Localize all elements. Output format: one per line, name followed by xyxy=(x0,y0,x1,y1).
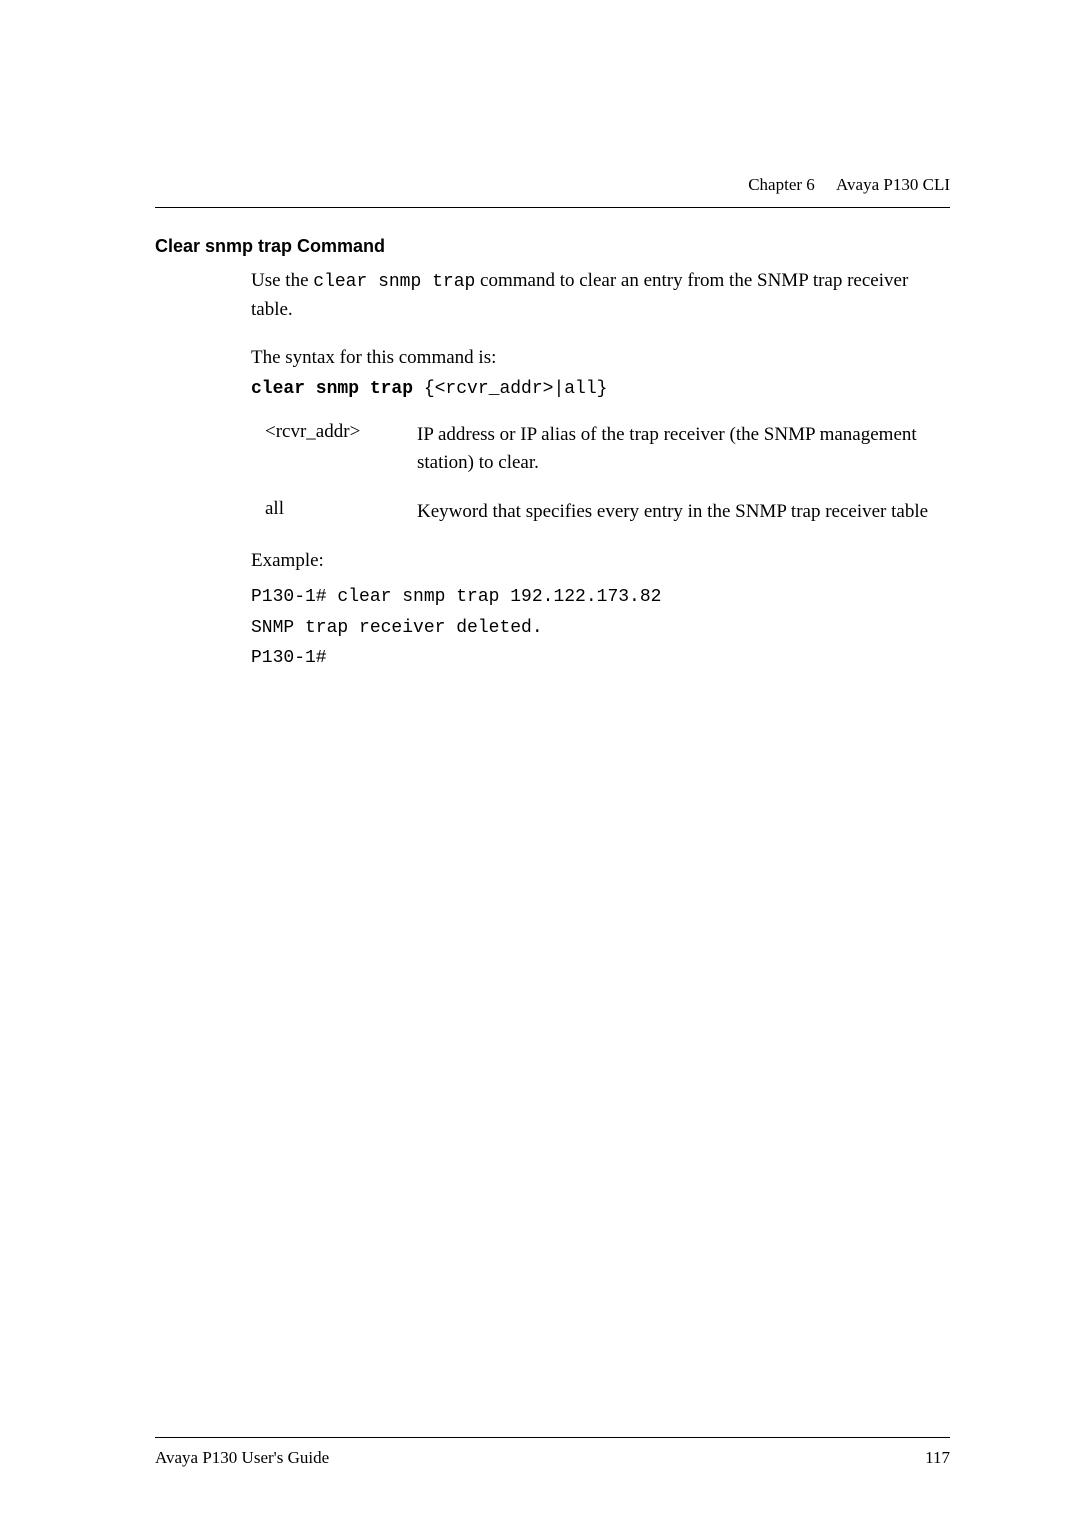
chapter-title: Avaya P130 CLI xyxy=(836,175,950,194)
syntax-args: {<rcvr_addr>|all} xyxy=(424,379,608,399)
page-footer: Avaya P130 User's Guide 117 xyxy=(155,1437,950,1468)
footer-divider xyxy=(155,1437,950,1438)
syntax-line: clear snmp trap {<rcvr_addr>|all} xyxy=(251,379,950,399)
page-header: Chapter 6 Avaya P130 CLI xyxy=(155,175,950,195)
syntax-bold: clear snmp trap xyxy=(251,379,424,399)
example-label: Example: xyxy=(251,550,950,572)
param-desc: Keyword that specifies every entry in th… xyxy=(417,498,928,527)
example-block: P130-1# clear snmp trap 192.122.173.82 S… xyxy=(251,582,950,674)
param-table: <rcvr_addr> IP address or IP alias of th… xyxy=(265,421,950,527)
intro-prefix: Use the xyxy=(251,270,313,291)
param-desc: IP address or IP alias of the trap recei… xyxy=(417,421,950,478)
param-name: all xyxy=(265,498,417,527)
header-divider xyxy=(155,207,950,208)
example-line: SNMP trap receiver deleted. xyxy=(251,613,950,644)
syntax-label: The syntax for this command is: xyxy=(251,347,950,369)
intro-code: clear snmp trap xyxy=(313,272,475,292)
param-row: <rcvr_addr> IP address or IP alias of th… xyxy=(265,421,950,478)
footer-page-number: 117 xyxy=(925,1448,950,1468)
param-name: <rcvr_addr> xyxy=(265,421,417,478)
chapter-number: Chapter 6 xyxy=(748,175,815,194)
section-heading: Clear snmp trap Command xyxy=(155,236,950,257)
header-chapter: Chapter 6 Avaya P130 CLI xyxy=(748,175,950,195)
footer-guide: Avaya P130 User's Guide xyxy=(155,1448,329,1468)
intro-paragraph: Use the clear snmp trap command to clear… xyxy=(251,267,950,325)
param-row: all Keyword that specifies every entry i… xyxy=(265,498,950,527)
example-line: P130-1# clear snmp trap 192.122.173.82 xyxy=(251,582,950,613)
example-line: P130-1# xyxy=(251,643,950,674)
